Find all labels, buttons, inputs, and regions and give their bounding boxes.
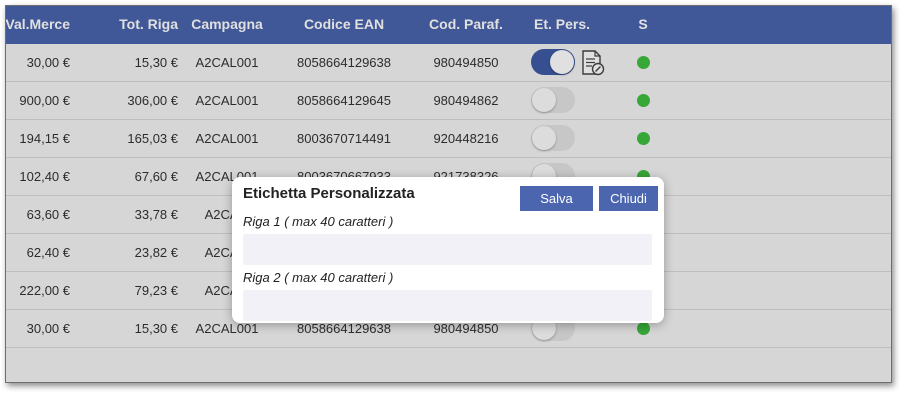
save-button[interactable]: Salva: [520, 186, 593, 211]
line2-input[interactable]: [243, 290, 652, 321]
app-window: Val.Merce Tot. Riga Campagna Codice EAN …: [5, 5, 892, 383]
line1-input[interactable]: [243, 234, 652, 265]
close-button[interactable]: Chiudi: [599, 186, 658, 211]
custom-label-dialog: Etichetta Personalizzata Salva Chiudi Ri…: [232, 177, 664, 323]
line2-label: Riga 2 ( max 40 caratteri ): [243, 270, 394, 285]
line1-label: Riga 1 ( max 40 caratteri ): [243, 214, 394, 229]
dialog-title: Etichetta Personalizzata: [243, 185, 415, 202]
